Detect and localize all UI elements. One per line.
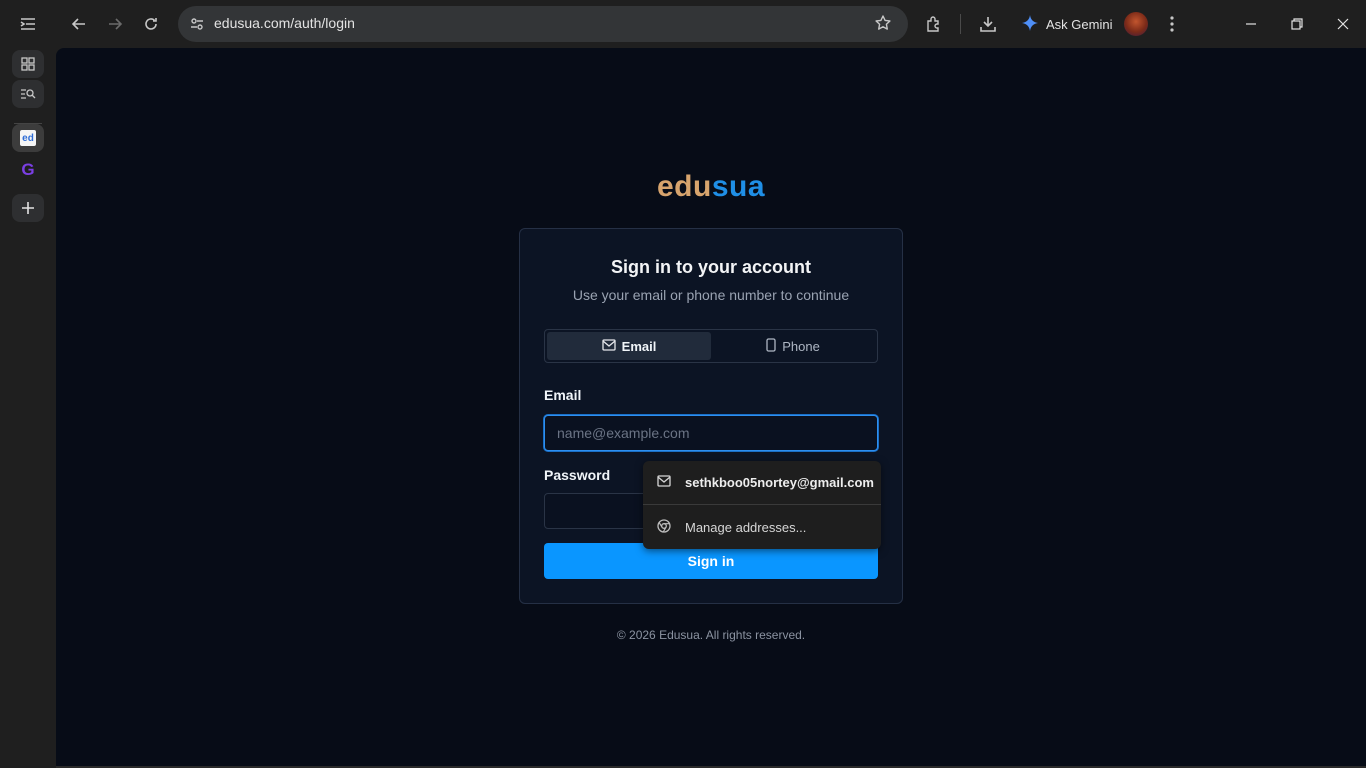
more-menu-icon[interactable] (1160, 12, 1184, 36)
card-subtitle: Use your email or phone number to contin… (572, 287, 850, 303)
footer-copyright: © 2026 Edusua. All rights reserved. (616, 628, 806, 642)
extensions-icon[interactable] (922, 12, 946, 36)
forward-button[interactable] (101, 10, 129, 38)
collapse-tabs-icon[interactable] (14, 12, 42, 36)
grammarly-favicon: G (21, 160, 35, 179)
edusua-logo: edusua (56, 170, 1366, 204)
new-tab-button[interactable] (12, 194, 44, 222)
restore-icon[interactable] (1285, 12, 1309, 36)
tab-edusua[interactable]: ed (12, 124, 44, 152)
ask-gemini-button[interactable]: Ask Gemini (1014, 8, 1120, 40)
phone-icon (766, 337, 776, 355)
manage-addresses-label: Manage addresses... (685, 519, 807, 535)
autofill-divider (643, 504, 881, 505)
tab-groups-icon[interactable] (12, 50, 44, 78)
bookmark-star-icon[interactable] (874, 14, 894, 34)
logo-part-sua: sua (711, 170, 766, 203)
address-bar[interactable]: edusua.com/auth/login (178, 6, 908, 42)
email-input[interactable] (544, 415, 878, 451)
card-title: Sign in to your account (610, 257, 811, 277)
tab-phone[interactable]: Phone (711, 332, 875, 360)
browser-toolbar: edusua.com/auth/login Ask Gemini (0, 0, 1366, 48)
toolbar-divider (960, 14, 961, 34)
tab-search-icon[interactable] (12, 80, 44, 108)
tab-phone-label: Phone (782, 338, 820, 354)
vertical-tab-rail: ed G (0, 48, 56, 768)
downloads-icon[interactable] (976, 12, 1000, 36)
autofill-email-suggestion[interactable]: sethkboo05nortey@gmail.com (643, 461, 881, 503)
site-settings-icon[interactable] (186, 13, 208, 35)
email-label: Email (544, 387, 582, 403)
minimize-icon[interactable] (1239, 12, 1263, 36)
mail-icon (657, 474, 671, 490)
gemini-sparkle-icon (1022, 14, 1038, 34)
back-button[interactable] (65, 10, 93, 38)
tab-email-label: Email (621, 338, 657, 354)
password-label: Password (544, 467, 611, 483)
autofill-email-text: sethkboo05nortey@gmail.com (685, 474, 874, 490)
chrome-icon (657, 518, 671, 536)
logo-part-edu: edu (656, 170, 712, 203)
reload-button[interactable] (137, 10, 165, 38)
url-text[interactable]: edusua.com/auth/login (214, 15, 355, 31)
edusua-favicon: ed (20, 130, 36, 146)
close-window-icon[interactable] (1331, 12, 1355, 36)
tab-email[interactable]: Email (547, 332, 711, 360)
manage-addresses-item[interactable]: Manage addresses... (643, 506, 881, 548)
autofill-dropdown: sethkboo05nortey@gmail.com Manage addres… (643, 461, 881, 549)
ask-gemini-label: Ask Gemini (1046, 16, 1113, 32)
tab-grammarly[interactable]: G (12, 156, 44, 184)
login-method-toggle: Email Phone (544, 329, 878, 363)
profile-avatar[interactable] (1124, 12, 1148, 36)
mail-icon (602, 338, 616, 354)
page-viewport: edusua Sign in to your account Use your … (56, 48, 1366, 766)
